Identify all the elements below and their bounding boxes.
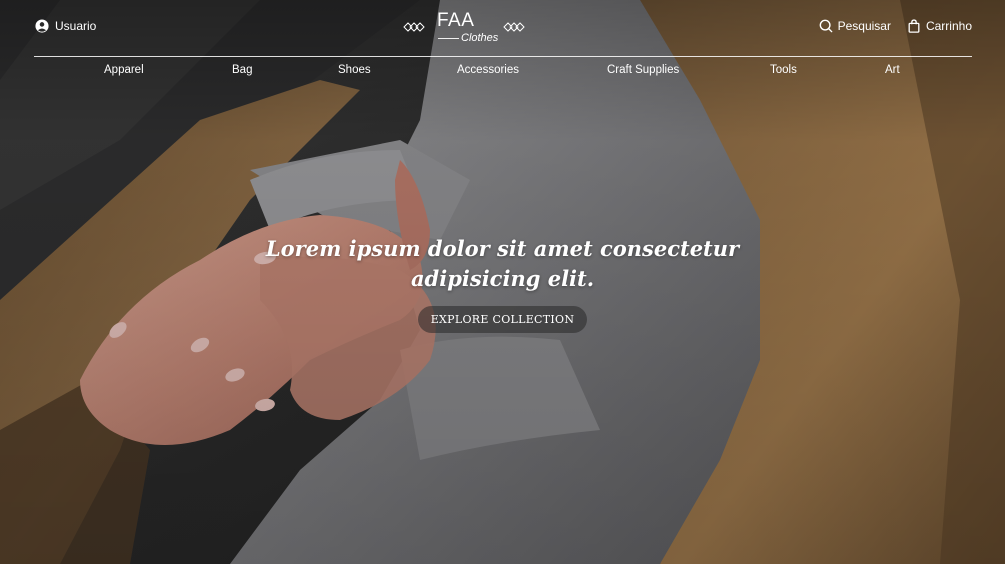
nav-item-apparel[interactable]: Apparel [104,64,144,76]
brand-logo[interactable]: FAA Clothes [403,9,525,45]
logo-subtitle: Clothes [461,32,499,44]
nav-item-shoes[interactable]: Shoes [338,64,371,76]
cart-button[interactable]: Carrinho [907,19,972,33]
shopping-bag-icon [908,19,920,33]
search-icon [819,19,832,33]
search-label: Pesquisar [837,19,891,33]
user-label: Usuario [55,19,97,33]
cart-label: Carrinho [925,19,972,33]
header-actions: Pesquisar Carrinho [819,19,972,33]
logo-divider-line [438,38,459,39]
nav-item-art[interactable]: Art [885,64,900,76]
site-header: Usuario FAA Clothes Pesquisar Carrinho [0,0,1005,57]
nav-item-bag[interactable]: Bag [232,64,252,76]
diamond-ornament-icon [503,22,525,32]
diamond-ornament-icon [403,22,425,32]
category-nav: Apparel Bag Shoes Accessories Craft Supp… [0,64,1005,80]
logo-title: FAA [437,10,475,31]
explore-collection-button[interactable]: EXPLORE COLLECTION [418,306,587,333]
search-button[interactable]: Pesquisar [819,19,891,33]
nav-item-craft-supplies[interactable]: Craft Supplies [607,64,679,76]
header-divider [34,56,972,57]
user-account-link[interactable]: Usuario [35,19,96,33]
hero-headline: Lorem ipsum dolor sit amet consectetur a… [265,236,740,291]
nav-item-accessories[interactable]: Accessories [457,64,519,76]
user-circle-icon [35,19,49,33]
nav-item-tools[interactable]: Tools [770,64,797,76]
